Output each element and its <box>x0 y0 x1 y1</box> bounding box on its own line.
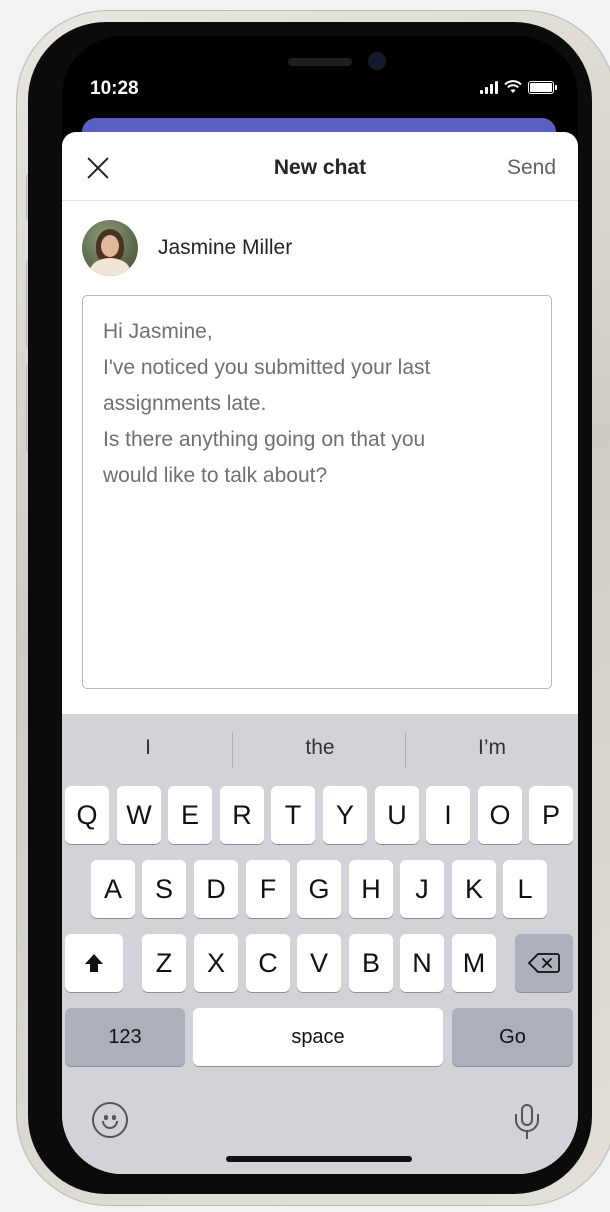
sheet-header: New chat Send <box>62 132 578 201</box>
key-a[interactable]: A <box>91 860 135 918</box>
recipient-chip[interactable]: Jasmine Miller <box>82 220 292 276</box>
key-n[interactable]: N <box>400 934 444 992</box>
key-v[interactable]: V <box>297 934 341 992</box>
suggestion-item[interactable]: the <box>234 736 406 760</box>
battery-icon <box>528 81 557 94</box>
suggestion-divider <box>232 732 233 768</box>
status-icons <box>480 80 557 94</box>
key-j[interactable]: J <box>400 860 444 918</box>
on-screen-keyboard: I the I’m Q W E R T Y U I O P A S D F G … <box>62 714 578 1174</box>
phone-screen: 10:28 New chat Send Jasmine Miller Hi Ja… <box>62 36 578 1174</box>
suggestion-item[interactable]: I’m <box>406 736 578 760</box>
key-l[interactable]: L <box>503 860 547 918</box>
suggestion-bar: I the I’m <box>62 714 578 786</box>
key-u[interactable]: U <box>375 786 419 844</box>
key-p[interactable]: P <box>529 786 573 844</box>
emoji-icon[interactable] <box>92 1102 128 1138</box>
key-c[interactable]: C <box>246 934 290 992</box>
backspace-icon <box>528 953 560 973</box>
key-f[interactable]: F <box>246 860 290 918</box>
message-line: assignments late. <box>103 392 267 415</box>
wifi-icon <box>504 80 522 93</box>
key-i[interactable]: I <box>426 786 470 844</box>
status-time: 10:28 <box>90 78 139 99</box>
key-w[interactable]: W <box>117 786 161 844</box>
message-line: I've noticed you submitted your last <box>103 356 431 379</box>
key-s[interactable]: S <box>142 860 186 918</box>
front-camera <box>370 54 384 68</box>
key-r[interactable]: R <box>220 786 264 844</box>
suggestion-item[interactable]: I <box>62 736 234 760</box>
key-b[interactable]: B <box>349 934 393 992</box>
message-input[interactable]: Hi Jasmine, I've noticed you submitted y… <box>82 295 552 689</box>
message-line: would like to talk about? <box>103 464 328 487</box>
key-o[interactable]: O <box>478 786 522 844</box>
key-t[interactable]: T <box>271 786 315 844</box>
key-x[interactable]: X <box>194 934 238 992</box>
key-y[interactable]: Y <box>323 786 367 844</box>
message-line: Is there anything going on that you <box>103 428 426 451</box>
key-k[interactable]: K <box>452 860 496 918</box>
shift-key[interactable] <box>65 934 123 992</box>
key-h[interactable]: H <box>349 860 393 918</box>
key-q[interactable]: Q <box>65 786 109 844</box>
cellular-signal-icon <box>480 80 498 94</box>
backspace-key[interactable] <box>515 934 573 992</box>
microphone-icon[interactable] <box>514 1104 540 1140</box>
page-title: New chat <box>273 156 367 179</box>
key-e[interactable]: E <box>168 786 212 844</box>
key-m[interactable]: M <box>452 934 496 992</box>
shift-icon <box>85 954 103 972</box>
message-line: Hi Jasmine, <box>103 320 213 343</box>
new-chat-sheet: New chat Send Jasmine Miller Hi Jasmine,… <box>62 132 578 1174</box>
go-key[interactable]: Go <box>452 1008 573 1066</box>
send-button[interactable]: Send <box>507 156 556 180</box>
recipient-name: Jasmine Miller <box>158 236 293 259</box>
speaker-grille <box>288 58 352 66</box>
key-g[interactable]: G <box>297 860 341 918</box>
avatar <box>82 220 138 276</box>
key-d[interactable]: D <box>194 860 238 918</box>
numbers-key[interactable]: 123 <box>65 1008 185 1066</box>
space-key[interactable]: space <box>193 1008 443 1066</box>
key-z[interactable]: Z <box>142 934 186 992</box>
home-indicator[interactable] <box>226 1156 412 1162</box>
